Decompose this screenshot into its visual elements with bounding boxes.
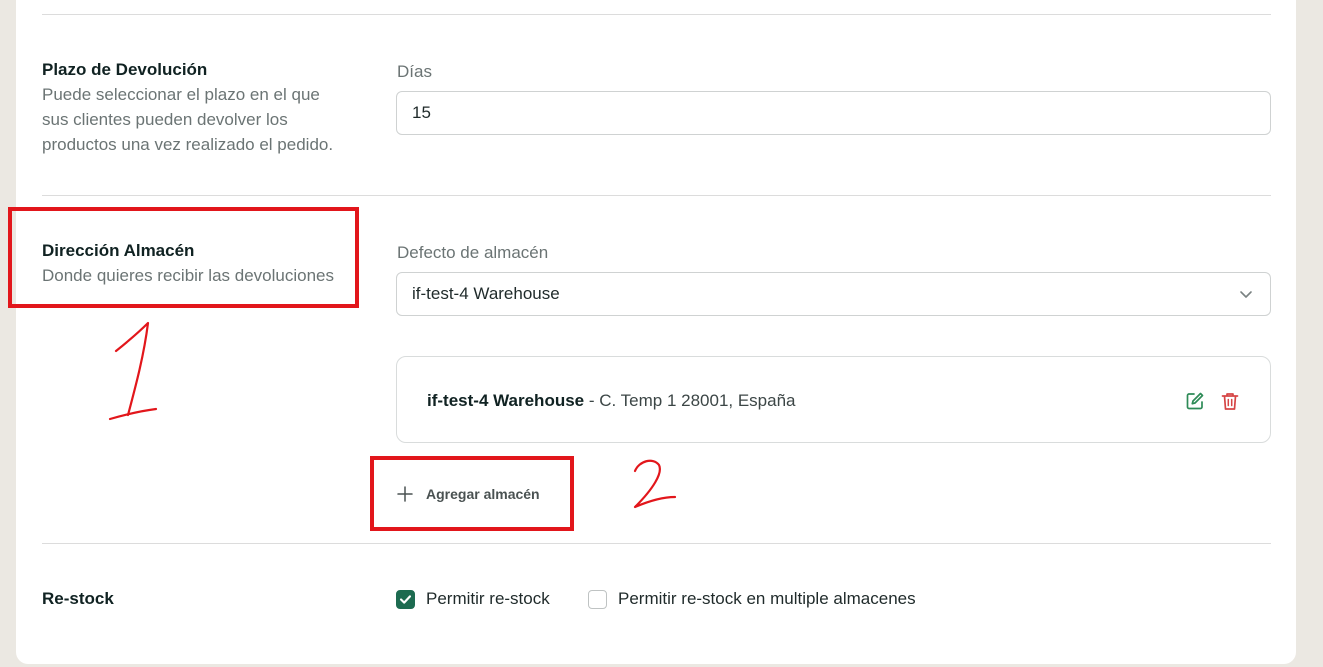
description-line: sus clientes pueden devolver los bbox=[42, 110, 288, 129]
annotation-number-1 bbox=[108, 321, 158, 421]
return-window-title: Plazo de Devolución bbox=[42, 60, 208, 79]
days-value: 15 bbox=[412, 103, 431, 122]
allow-multiple-restock-label: Permitir re-stock en multiple almacenes bbox=[618, 589, 916, 608]
days-input[interactable]: 15 bbox=[396, 91, 1271, 135]
annotation-box-2 bbox=[370, 456, 574, 531]
days-label: Días bbox=[397, 62, 432, 81]
warehouse-card: if-test-4 Warehouse - C. Temp 1 28001, E… bbox=[396, 356, 1271, 443]
default-warehouse-value: if-test-4 Warehouse bbox=[412, 284, 560, 303]
checkbox-checked-icon[interactable] bbox=[396, 589, 415, 609]
warehouse-card-line: if-test-4 Warehouse - C. Temp 1 28001, E… bbox=[427, 391, 796, 411]
return-window-description: Puede seleccionar el plazo en el que sus… bbox=[42, 82, 333, 157]
default-warehouse-label: Defecto de almacén bbox=[397, 243, 549, 262]
default-warehouse-select[interactable]: if-test-4 Warehouse bbox=[396, 272, 1271, 316]
edit-icon[interactable] bbox=[1184, 390, 1206, 412]
description-line: Puede seleccionar el plazo en el que bbox=[42, 85, 320, 104]
section-divider bbox=[42, 195, 1271, 196]
checkbox-unchecked-icon[interactable] bbox=[588, 589, 607, 609]
allow-restock-label: Permitir re-stock bbox=[426, 589, 550, 608]
section-divider bbox=[42, 14, 1271, 15]
warehouse-address: - C. Temp 1 28001, España bbox=[584, 391, 796, 410]
allow-restock-checkbox[interactable]: Permitir re-stock bbox=[396, 589, 550, 609]
annotation-box-1 bbox=[8, 207, 359, 308]
restock-title: Re-stock bbox=[42, 589, 114, 608]
warehouse-name: if-test-4 Warehouse bbox=[427, 391, 585, 410]
chevron-down-icon bbox=[1240, 291, 1252, 298]
allow-multiple-restock-checkbox[interactable]: Permitir re-stock en multiple almacenes bbox=[588, 589, 916, 609]
description-line: productos una vez realizado el pedido. bbox=[42, 135, 334, 154]
annotation-number-2 bbox=[633, 459, 677, 509]
section-divider bbox=[42, 543, 1271, 544]
trash-icon[interactable] bbox=[1219, 390, 1241, 412]
